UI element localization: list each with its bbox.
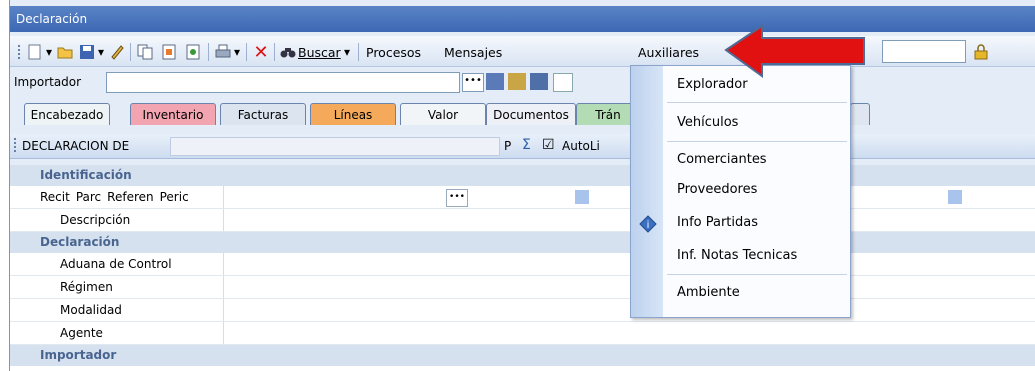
table-row: Recit Parc Referen Peric ••• (10, 186, 1035, 209)
open-folder-icon[interactable] (56, 42, 74, 62)
menu-separator (667, 274, 847, 275)
declaration-header-bar: DECLARACION DE P Σ ☑ AutoLi (10, 134, 1035, 159)
declaration-label: DECLARACION DE (22, 139, 130, 153)
lock-icon[interactable] (972, 42, 990, 62)
property-grid: Identificación Recit Parc Referen Peric … (10, 165, 1035, 371)
card-icon[interactable] (486, 73, 504, 90)
table-row: Modalidad (10, 299, 1035, 322)
declaration-field[interactable] (170, 137, 500, 156)
red-arrow-annotation (724, 24, 865, 78)
copy-icon[interactable] (136, 42, 154, 62)
dropdown-icon-strip (631, 66, 663, 317)
edit-pencil-icon[interactable] (108, 42, 126, 62)
row-label-agente: Agente (60, 326, 103, 340)
ident-ellipsis-button[interactable]: ••• (446, 189, 468, 207)
menu-item-comerciantes[interactable]: Comerciantes (677, 152, 767, 167)
binoculars-icon[interactable] (280, 42, 296, 62)
menu-item-ambiente[interactable]: Ambiente (677, 285, 740, 300)
row-label-regimen: Régimen (60, 280, 113, 294)
importer-row: Importador ••• (10, 68, 1035, 96)
new-file-icon[interactable] (26, 42, 44, 62)
autoli-checkbox[interactable]: ☑ (542, 137, 555, 153)
delete-icon[interactable]: ✕ (252, 42, 270, 63)
toolbar: ▾ ▾ ▾ ✕ Buscar ▾ Procesos Mensajes Auxil… (10, 36, 1035, 98)
ident-headers: Recit Parc Referen Peric (40, 190, 189, 204)
table-row: Agente (10, 322, 1035, 345)
print-icon[interactable] (214, 42, 232, 62)
tab-lineas[interactable]: Líneas (310, 103, 396, 125)
tab-overflow[interactable] (850, 103, 870, 125)
refresh-icon[interactable] (184, 42, 202, 62)
save-icon[interactable] (78, 42, 96, 62)
section-declaracion: Declaración (10, 232, 1035, 253)
p-button[interactable]: P (504, 139, 511, 153)
svg-text:i: i (647, 220, 650, 231)
row-label-descripcion: Descripción (60, 213, 131, 227)
table-row: Régimen (10, 276, 1035, 299)
menu-separator (667, 102, 847, 103)
buscar-button[interactable]: Buscar (298, 45, 341, 60)
window-title: Declaración (10, 6, 1035, 32)
buscar-dropdown-icon[interactable]: ▾ (342, 42, 352, 62)
importer-label: Importador (14, 75, 82, 89)
book-icon[interactable] (508, 73, 526, 90)
header-parc: Parc (75, 190, 102, 204)
contact-card-icon[interactable] (530, 73, 548, 90)
toolbar-grip (16, 42, 24, 62)
tab-inventario[interactable]: Inventario (130, 103, 216, 125)
save-dropdown-icon[interactable]: ▾ (96, 42, 106, 62)
tab-strip: Encabezado Inventario Facturas Líneas Va… (10, 103, 1035, 127)
table-row: Descripción (10, 209, 1035, 232)
ident-color-cell-2[interactable] (948, 190, 962, 204)
subbar-grip (14, 138, 18, 152)
ellipsis-button[interactable]: ••• (462, 73, 484, 92)
menu-item-info-partidas[interactable]: Info Partidas (677, 215, 758, 230)
document-icon[interactable] (160, 42, 178, 62)
menu-separator (667, 141, 847, 142)
ident-color-cell[interactable] (575, 190, 589, 204)
tab-facturas[interactable]: Facturas (220, 103, 306, 125)
new-dropdown-icon[interactable]: ▾ (44, 42, 54, 62)
header-referen: Referen (107, 190, 154, 204)
header-recit: Recit (40, 190, 70, 204)
auxiliares-dropdown: Explorador Vehículos Comerciantes Provee… (630, 65, 851, 318)
importer-field[interactable] (106, 72, 460, 93)
section-importador: Importador (10, 345, 1035, 366)
toolbar-input[interactable] (882, 40, 966, 63)
print-dropdown-icon[interactable]: ▾ (232, 42, 242, 62)
table-row: Aduana de Control (10, 253, 1035, 276)
tab-valor[interactable]: Valor (400, 103, 486, 125)
main-window: Declaración ▾ ▾ ▾ ✕ Buscar ▾ Procesos Me… (9, 0, 1035, 371)
menu-item-inf-notas-tecnicas[interactable]: Inf. Notas Tecnicas (677, 248, 797, 263)
menu-auxiliares[interactable]: Auxiliares (638, 45, 699, 60)
menu-item-proveedores[interactable]: Proveedores (677, 182, 757, 197)
header-peric: Peric (159, 190, 189, 204)
autoli-label: AutoLi (562, 139, 600, 153)
row-label-aduana: Aduana de Control (60, 257, 172, 271)
row-label-modalidad: Modalidad (60, 303, 122, 317)
tab-documentos[interactable]: Documentos (486, 103, 576, 125)
info-icon: i (639, 215, 657, 236)
section-identificacion: Identificación (10, 165, 1035, 186)
menu-item-vehiculos[interactable]: Vehículos (677, 115, 738, 130)
edit-importer-icon[interactable] (553, 73, 573, 92)
menu-procesos[interactable]: Procesos (366, 45, 421, 60)
sigma-button[interactable]: Σ (522, 137, 531, 153)
tab-encabezado[interactable]: Encabezado (24, 103, 110, 125)
menu-mensajes[interactable]: Mensajes (444, 45, 502, 60)
